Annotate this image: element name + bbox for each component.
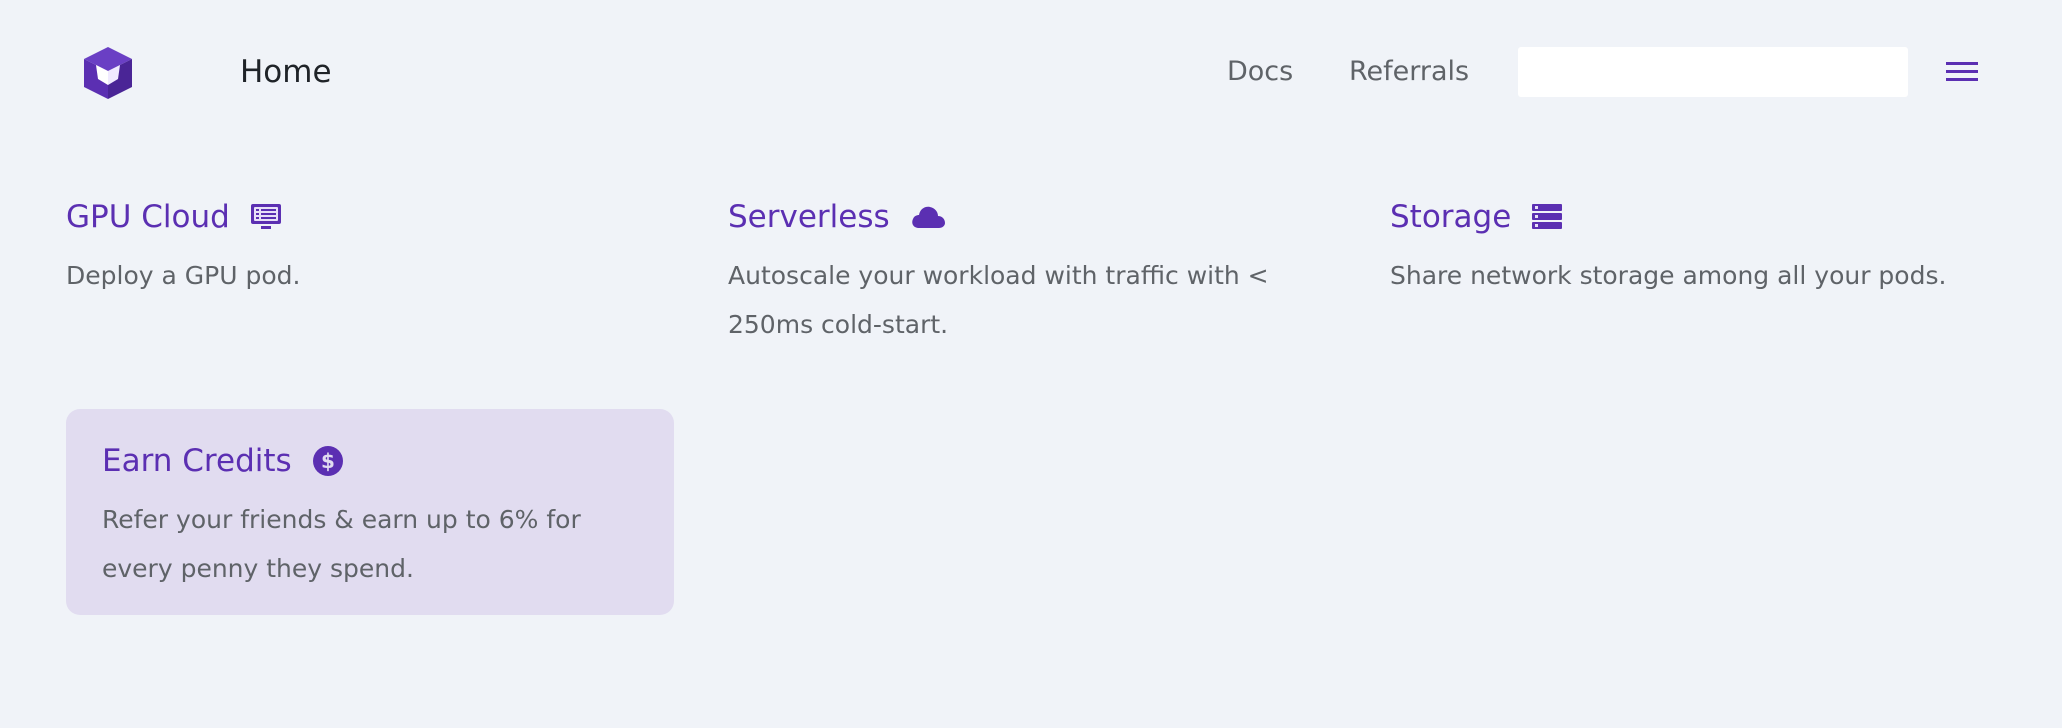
docs-link[interactable]: Docs <box>1227 52 1293 92</box>
dollar-coin-icon: $ <box>312 445 344 477</box>
earn-credits-description: Refer your friends & earn up to 6% for e… <box>102 505 581 583</box>
hamburger-menu-icon[interactable] <box>1942 56 1982 88</box>
gpu-cloud-card[interactable]: GPU Cloud Deploy a GPU pod. <box>66 195 666 300</box>
page-title: Home <box>240 54 332 90</box>
gpu-cloud-title[interactable]: GPU Cloud <box>66 195 666 239</box>
serverless-card[interactable]: Serverless Autoscale your workload with … <box>728 195 1328 349</box>
server-stack-icon <box>1531 203 1563 231</box>
earn-credits-title-text: Earn Credits <box>102 443 292 479</box>
serverless-description: Autoscale your workload with traffic wit… <box>728 261 1269 339</box>
svg-text:$: $ <box>321 449 335 473</box>
cube-logo-icon[interactable] <box>82 45 134 101</box>
serverless-title[interactable]: Serverless <box>728 195 1328 239</box>
top-header: Home Docs Referrals <box>0 0 2062 145</box>
storage-card[interactable]: Storage Share network storage among all … <box>1390 195 2030 300</box>
storage-title-text: Storage <box>1390 199 1512 235</box>
earn-credits-card[interactable]: Earn Credits $ Refer your friends & earn… <box>66 409 674 615</box>
gpu-cloud-title-text: GPU Cloud <box>66 199 230 235</box>
storage-title[interactable]: Storage <box>1390 195 2030 239</box>
referrals-link[interactable]: Referrals <box>1349 52 1469 92</box>
storage-description: Share network storage among all your pod… <box>1390 261 1947 290</box>
gpu-cloud-description: Deploy a GPU pod. <box>66 261 301 290</box>
cloud-icon <box>910 204 946 230</box>
search-input[interactable] <box>1518 47 1908 97</box>
monitor-icon <box>250 203 282 231</box>
earn-credits-title[interactable]: Earn Credits $ <box>102 439 638 483</box>
serverless-title-text: Serverless <box>728 199 890 235</box>
